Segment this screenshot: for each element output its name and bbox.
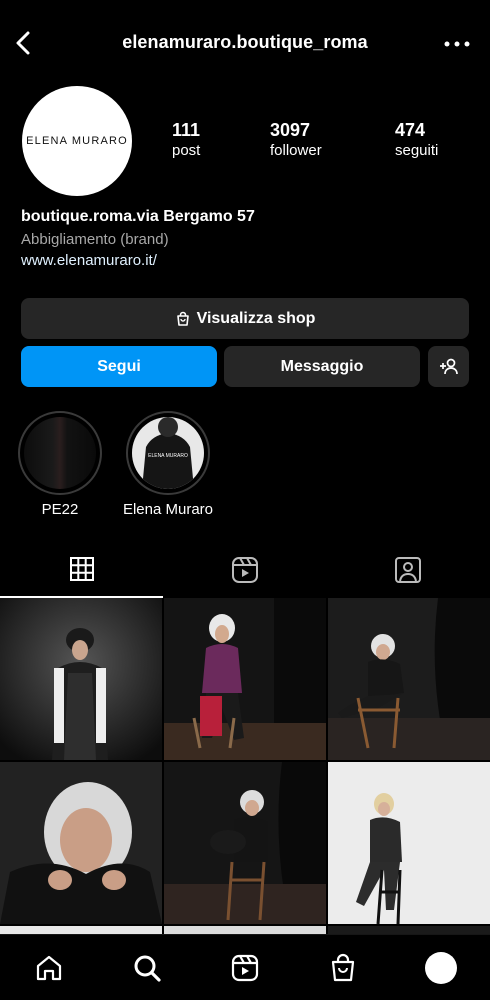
stat-following-value: 474 [395,120,426,140]
bio-website-link[interactable]: www.elenamuraro.it/ [21,252,471,269]
stat-posts-value: 111 [172,120,201,140]
tab-tagged[interactable] [326,542,489,598]
highlight-label: PE22 [41,501,79,518]
reels-icon [231,954,259,982]
nav-shop[interactable] [326,951,360,985]
search-icon [134,955,161,982]
highlight-pe22[interactable]: PE22 [18,411,102,518]
tab-reels[interactable] [163,542,326,598]
profile-avatar[interactable]: ELENA MURARO [22,86,132,196]
tagged-icon [394,557,421,583]
view-shop-label: Visualizza shop [196,309,316,327]
stat-followers-value: 3097 [270,120,311,140]
suggest-people-button[interactable] [428,346,469,387]
profile-bio: boutique.roma.via Bergamo 57 Abbigliamen… [21,208,471,269]
bio-name: boutique.roma.via Bergamo 57 [21,208,255,225]
message-button[interactable]: Messaggio [224,346,420,387]
add-person-icon [439,358,458,374]
highlight-elena-muraro[interactable]: ELENA MURARO Elena Muraro [123,411,213,518]
post-thumbnail[interactable] [164,762,326,924]
highlight-label: Elena Muraro [122,501,214,518]
nav-reels[interactable] [228,951,262,985]
stat-followers[interactable]: 3097 follower [270,120,322,159]
bottom-navigation [0,934,490,1000]
profile-tabs [0,542,490,598]
highlight-cover [24,417,96,489]
shopping-bag-icon [176,311,189,326]
nav-profile[interactable] [424,951,458,985]
post-thumbnail[interactable] [164,598,326,760]
profile-icon [425,952,457,984]
tab-posts-grid[interactable] [0,542,163,598]
grid-icon [69,557,94,581]
post-thumbnail[interactable] [0,762,162,924]
follow-button[interactable]: Segui [21,346,217,387]
bio-category: Abbigliamento (brand) [21,231,169,248]
highlight-cover-text: ELENA MURARO [148,453,188,459]
home-icon [36,955,62,981]
stat-following-label: seguiti [395,142,439,159]
profile-username: elenamuraro.boutique_roma [122,32,368,52]
stat-posts[interactable]: 111 post [172,120,200,159]
top-bar: elenamuraro.boutique_roma [0,0,490,88]
highlight-cover: ELENA MURARO [132,417,204,489]
reels-icon [231,557,258,583]
shop-icon [331,953,355,982]
post-thumbnail[interactable] [0,598,162,760]
view-shop-button[interactable]: Visualizza shop [21,298,469,339]
stat-posts-label: post [172,142,201,159]
post-thumbnail[interactable] [328,762,490,924]
stat-following[interactable]: 474 seguiti [395,120,438,159]
avatar-logo-text: ELENA MURARO [26,135,128,147]
back-icon[interactable] [8,27,40,59]
more-options-icon[interactable] [442,30,472,58]
nav-search[interactable] [130,951,164,985]
stat-followers-label: follower [270,142,322,159]
highlight-ring: ELENA MURARO [126,411,210,495]
post-thumbnail[interactable] [328,598,490,760]
highlight-ring [18,411,102,495]
nav-home[interactable] [32,951,66,985]
